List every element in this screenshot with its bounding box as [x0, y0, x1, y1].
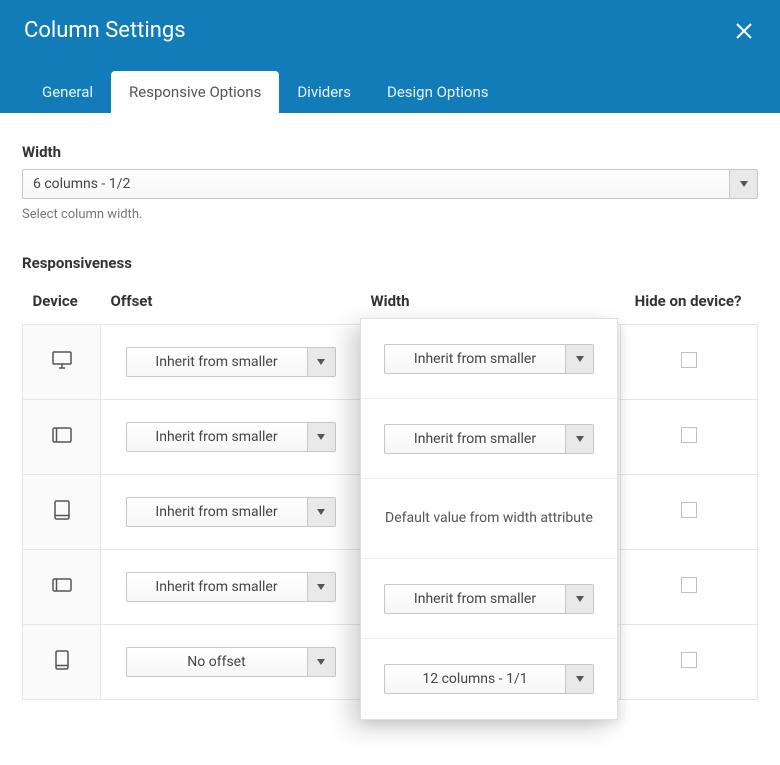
hide-checkbox[interactable]: [681, 502, 697, 518]
offset-select-value: No offset: [127, 654, 307, 670]
close-icon: [734, 21, 754, 41]
chevron-down-icon: [307, 498, 335, 526]
close-button[interactable]: [732, 19, 756, 43]
width-select[interactable]: 6 columns - 1/2: [22, 169, 758, 199]
width-row-select-value: Inherit from smaller: [385, 351, 565, 367]
tablet-landscape-icon: [52, 427, 72, 443]
tab-design-options[interactable]: Design Options: [369, 71, 507, 113]
width-select-value: 6 columns - 1/2: [23, 176, 729, 192]
desktop-icon: [52, 351, 72, 369]
chevron-down-icon: [565, 665, 593, 693]
dialog-title: Column Settings: [24, 18, 186, 43]
width-label: Width: [22, 143, 758, 161]
responsiveness-section: Device Offset Width Hide on device? I: [22, 284, 758, 700]
col-header-device: Device: [23, 284, 101, 325]
width-row-default-text: Default value from width attribute: [385, 508, 593, 528]
tablet-portrait-icon: [54, 500, 70, 520]
offset-select-value: Inherit from smaller: [127, 579, 307, 595]
tab-dividers[interactable]: Dividers: [279, 71, 369, 113]
chevron-down-icon: [565, 345, 593, 373]
chevron-down-icon: [565, 425, 593, 453]
offset-select[interactable]: No offset: [126, 647, 336, 677]
responsiveness-label: Responsiveness: [22, 254, 758, 272]
chevron-down-icon: [729, 170, 757, 198]
dialog-header: Column Settings General Responsive Optio…: [0, 0, 780, 113]
phone-portrait-icon: [55, 650, 69, 670]
offset-select[interactable]: Inherit from smaller: [126, 422, 336, 452]
hide-checkbox[interactable]: [681, 577, 697, 593]
offset-select[interactable]: Inherit from smaller: [126, 497, 336, 527]
offset-select[interactable]: Inherit from smaller: [126, 572, 336, 602]
tab-responsive-options[interactable]: Responsive Options: [111, 71, 279, 113]
width-row-select-value: Inherit from smaller: [385, 591, 565, 607]
offset-select[interactable]: Inherit from smaller: [126, 347, 336, 377]
chevron-down-icon: [307, 573, 335, 601]
chevron-down-icon: [565, 585, 593, 613]
offset-select-value: Inherit from smaller: [127, 354, 307, 370]
hide-checkbox[interactable]: [681, 427, 697, 443]
chevron-down-icon: [307, 348, 335, 376]
col-header-hide: Hide on device?: [621, 284, 758, 325]
dialog-body: Width 6 columns - 1/2 Select column widt…: [0, 113, 780, 720]
phone-landscape-icon: [52, 578, 72, 592]
hide-checkbox[interactable]: [681, 652, 697, 668]
width-row-select-value: Inherit from smaller: [385, 431, 565, 447]
width-row-select[interactable]: Inherit from smaller: [384, 584, 594, 614]
chevron-down-icon: [307, 648, 335, 676]
width-column-overlay: Inherit from smaller Inherit from smalle…: [360, 318, 618, 720]
chevron-down-icon: [307, 423, 335, 451]
tab-general[interactable]: General: [24, 71, 111, 113]
width-helper-text: Select column width.: [22, 207, 758, 222]
offset-select-value: Inherit from smaller: [127, 504, 307, 520]
titlebar: Column Settings: [0, 0, 780, 43]
tabs: General Responsive Options Dividers Desi…: [0, 43, 780, 113]
hide-checkbox[interactable]: [681, 352, 697, 368]
col-header-offset: Offset: [101, 284, 361, 325]
offset-select-value: Inherit from smaller: [127, 429, 307, 445]
width-row-select[interactable]: Inherit from smaller: [384, 424, 594, 454]
width-row-select-value: 12 columns - 1/1: [385, 671, 565, 687]
width-row-select[interactable]: 12 columns - 1/1: [384, 664, 594, 694]
width-row-select[interactable]: Inherit from smaller: [384, 344, 594, 374]
